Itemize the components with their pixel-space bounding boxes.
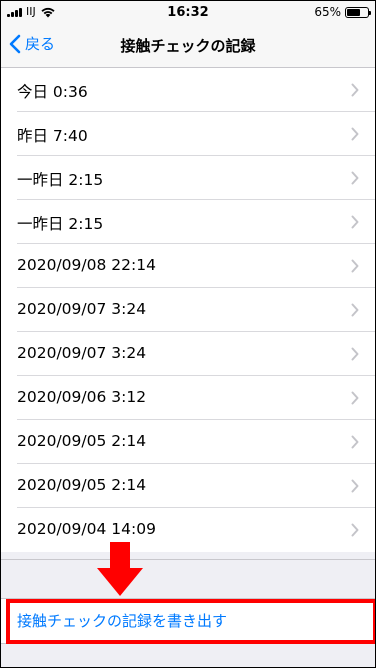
record-label: 一昨日 2:15: [17, 171, 104, 189]
record-label: 2020/09/05 2:14: [17, 476, 147, 494]
list-bottom-divider: [1, 559, 375, 560]
chevron-right-icon: [351, 171, 359, 185]
page-title: 接触チェックの記録: [120, 37, 256, 55]
record-row[interactable]: 2020/09/05 2:14: [1, 464, 375, 508]
record-row[interactable]: 2020/09/05 2:14: [1, 420, 375, 464]
record-label: 2020/09/06 3:12: [17, 388, 147, 406]
battery-icon: [345, 6, 371, 18]
contact-record-list: 今日 0:36 昨日 7:40 一昨日 2:15 一昨日 2:15 2020/09/08…: [1, 68, 375, 552]
status-bar: IIJ 16:32 65%: [1, 1, 375, 23]
record-label: 2020/09/07 3:24: [17, 344, 147, 362]
chevron-right-icon: [351, 83, 359, 97]
chevron-right-icon: [351, 523, 359, 537]
record-row[interactable]: 2020/09/04 14:09: [1, 508, 375, 552]
chevron-right-icon: [351, 259, 359, 273]
record-row[interactable]: 2020/09/08 22:14: [1, 244, 375, 288]
record-row[interactable]: 2020/09/07 3:24: [1, 288, 375, 332]
highlight-annotation-box: [6, 599, 375, 644]
record-row[interactable]: 今日 0:36: [1, 68, 375, 112]
battery-percent: 65%: [314, 5, 341, 19]
navigation-bar: 戻る 接触チェックの記録: [1, 23, 375, 68]
record-row[interactable]: 一昨日 2:15: [1, 156, 375, 200]
record-row[interactable]: 2020/09/06 3:12: [1, 376, 375, 420]
chevron-right-icon: [351, 127, 359, 141]
phone-screen: IIJ 16:32 65% 戻る 接触チェックの記録 今日 0:36 昨日 7:4…: [0, 0, 376, 668]
battery-level: [347, 8, 360, 16]
chevron-right-icon: [351, 435, 359, 449]
record-label: 2020/09/04 14:09: [17, 520, 156, 538]
record-row[interactable]: 一昨日 2:15: [1, 200, 375, 244]
chevron-right-icon: [351, 215, 359, 229]
record-label: 今日 0:36: [17, 83, 88, 101]
down-arrow-icon: [97, 542, 143, 596]
chevron-right-icon: [351, 479, 359, 493]
record-row[interactable]: 2020/09/07 3:24: [1, 332, 375, 376]
record-label: 2020/09/05 2:14: [17, 432, 147, 450]
chevron-right-icon: [351, 303, 359, 317]
record-row[interactable]: 昨日 7:40: [1, 112, 375, 156]
chevron-right-icon: [351, 391, 359, 405]
chevron-right-icon: [351, 347, 359, 361]
status-right: 65%: [314, 5, 371, 19]
record-label: 2020/09/08 22:14: [17, 256, 156, 274]
record-label: 2020/09/07 3:24: [17, 300, 147, 318]
record-label: 一昨日 2:15: [17, 215, 104, 233]
record-label: 昨日 7:40: [17, 127, 88, 145]
